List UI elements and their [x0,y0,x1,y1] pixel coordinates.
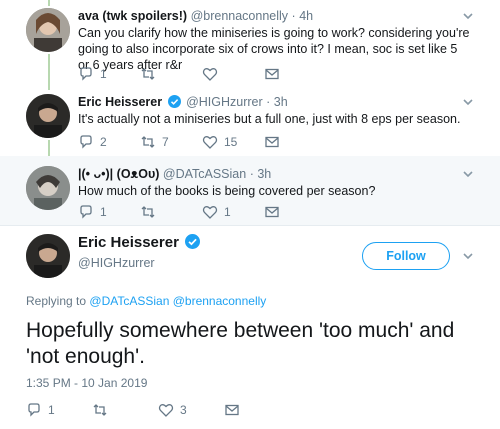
tweet-time[interactable]: 3h [274,95,288,109]
retweet-button[interactable] [140,204,202,220]
like-count: 1 [224,205,231,219]
author-handle[interactable]: @DATcASSian [163,167,246,181]
reply-icon [80,135,92,149]
reply-icon [28,403,40,417]
replying-to-link[interactable]: @DATcASSian @brennaconnelly [89,294,266,308]
reply-count: 1 [100,205,107,219]
author-name[interactable]: Eric Heisserer [78,95,162,109]
tweet-text: How much of the books is being covered p… [78,184,376,198]
author-handle[interactable]: @brennaconnelly [191,9,288,23]
retweet-button[interactable] [140,66,202,82]
heart-icon [202,136,218,149]
reply-count: 2 [100,135,107,149]
separator-dot: · [266,95,271,109]
reply-count: 1 [100,67,107,81]
like-button[interactable]: 1 [202,204,264,220]
retweet-button[interactable] [92,402,158,418]
mail-icon [265,68,279,80]
chevron-down-icon[interactable] [462,168,474,180]
retweet-icon [141,68,155,80]
direct-message-button[interactable] [224,402,290,418]
verified-badge-icon [185,234,201,249]
verified-badge-icon [167,95,181,108]
reply-tweet-2[interactable]: Eric Heisserer @HIGHzurrer · 3h It's act… [0,92,500,156]
follow-button[interactable]: Follow [362,242,450,270]
tweet-text: It's actually not a miniseries but a ful… [78,112,461,126]
tweet-text: Hopefully somewhere between 'too much' a… [26,319,455,368]
avatar[interactable] [26,234,70,278]
author-name[interactable]: Eric Heisserer [78,234,179,251]
direct-message-button[interactable] [264,66,294,82]
reply-icon [80,67,92,81]
reply-button[interactable]: 1 [78,204,140,220]
retweet-icon [93,404,107,416]
like-button[interactable]: 15 [202,134,264,150]
direct-message-button[interactable] [264,134,294,150]
reply-button[interactable]: 1 [26,402,92,418]
retweet-count: 7 [162,135,169,149]
reply-icon [80,205,92,219]
main-tweet: Eric Heisserer @HIGHzurrer Follow Replyi… [0,225,500,429]
like-button[interactable] [202,66,264,82]
replying-prefix: Replying to [26,294,87,308]
heart-icon [202,206,218,219]
tweet-time[interactable]: 3h [257,167,271,181]
tweet-time[interactable]: 4h [299,9,313,23]
reply-button[interactable]: 1 [78,66,140,82]
author-handle[interactable]: @HIGHzurrer [186,95,263,109]
author-name-row[interactable]: Eric Heisserer [78,234,202,251]
mail-icon [225,404,239,416]
retweet-icon [141,136,155,148]
separator-dot: · [291,9,296,23]
reply-tweet-3[interactable]: |(• ᴗ•)| (O⁠ᴥO⁠υ) @DATcASSian · 3h How m… [0,156,500,225]
author-name[interactable]: ava (twk spoilers!) [78,9,187,23]
like-count: 15 [224,135,238,149]
reply-tweet-1[interactable]: ava (twk spoilers!) @brennaconnelly · 4h… [0,0,500,92]
author-name[interactable]: |(• ᴗ•)| (O⁠ᴥO⁠υ) [78,167,159,181]
separator-dot: · [249,167,254,181]
like-count: 3 [180,403,187,417]
avatar[interactable] [26,166,70,210]
chevron-down-icon[interactable] [462,10,474,22]
chevron-down-icon[interactable] [462,96,474,108]
direct-message-button[interactable] [264,204,294,220]
replying-to: Replying to @DATcASSian @brennaconnelly [26,294,266,308]
heart-icon [158,404,174,417]
reply-count: 1 [48,403,55,417]
mail-icon [265,206,279,218]
reply-button[interactable]: 2 [78,134,140,150]
mail-icon [265,136,279,148]
avatar[interactable] [26,8,70,52]
tweet-timestamp[interactable]: 1:35 PM - 10 Jan 2019 [26,376,147,390]
author-handle[interactable]: @HIGHzurrer [78,256,155,270]
retweet-icon [141,206,155,218]
heart-icon [202,68,218,81]
chevron-down-icon[interactable] [462,250,474,262]
avatar[interactable] [26,94,70,138]
like-button[interactable]: 3 [158,402,224,418]
retweet-button[interactable]: 7 [140,134,202,150]
